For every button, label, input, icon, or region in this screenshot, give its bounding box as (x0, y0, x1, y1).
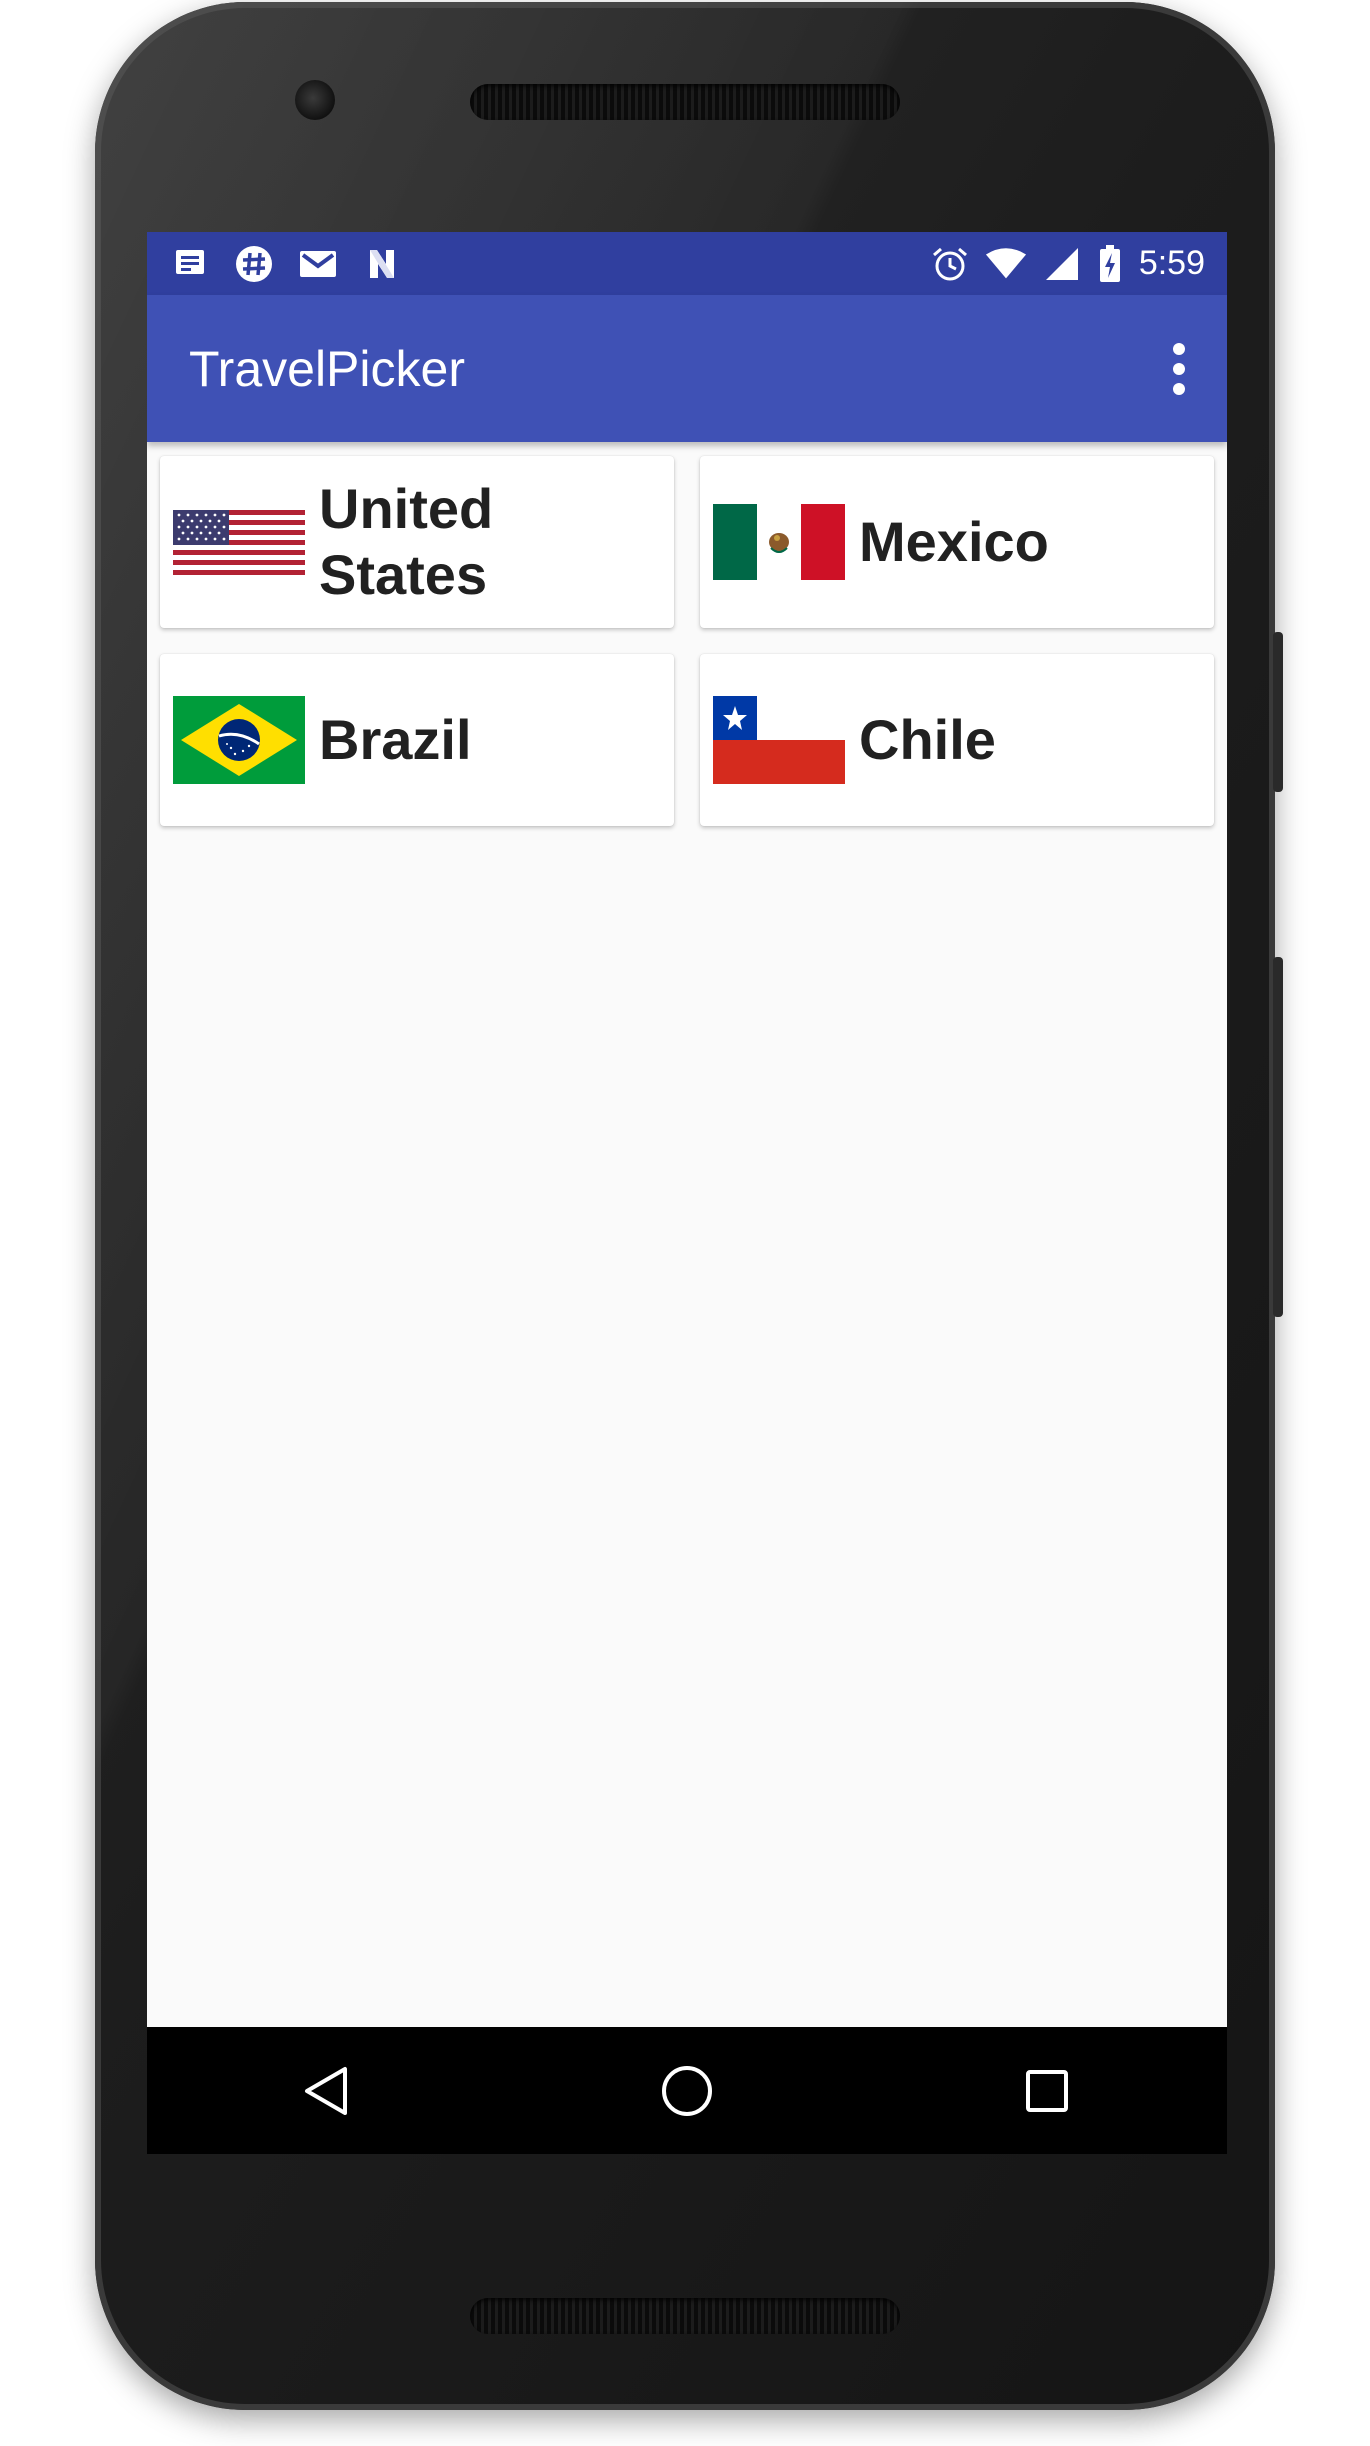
chile-flag-icon (713, 696, 845, 784)
alarm-icon (929, 243, 971, 285)
back-icon[interactable] (282, 2046, 372, 2136)
mexico-flag-icon (713, 504, 845, 580)
system-nav-bar (147, 2027, 1227, 2154)
recents-icon[interactable] (1002, 2046, 1092, 2136)
wifi-icon (985, 243, 1027, 285)
app-bar: TravelPicker (147, 295, 1227, 442)
status-clock: 5:59 (1138, 244, 1205, 282)
usa-flag-icon (173, 498, 305, 586)
brazil-flag-icon (173, 696, 305, 784)
slack-icon (233, 243, 275, 285)
front-camera (295, 80, 335, 120)
power-button (1273, 632, 1283, 792)
country-name: Chile (859, 708, 996, 771)
country-card-chile[interactable]: Chile (700, 654, 1214, 826)
status-bar: 5:59 (147, 232, 1227, 295)
top-speaker (470, 84, 900, 120)
gmail-icon (297, 243, 339, 285)
bottom-speaker (470, 2298, 900, 2334)
notes-icon (169, 243, 211, 285)
n-icon (361, 243, 403, 285)
battery-charging-icon (1097, 243, 1123, 285)
country-name: Brazil (319, 708, 472, 771)
country-name: Mexico (859, 510, 1049, 573)
country-card-united-states[interactable]: United States (160, 456, 674, 628)
overflow-menu-icon[interactable] (1169, 339, 1189, 399)
signal-icon (1041, 243, 1083, 285)
country-card-mexico[interactable]: Mexico (700, 456, 1214, 628)
volume-rocker (1273, 957, 1283, 1317)
country-name: United States (319, 477, 494, 606)
screen: 5:59 TravelPicker United States Mexico B… (147, 232, 1227, 2154)
country-card-brazil[interactable]: Brazil (160, 654, 674, 826)
app-title: TravelPicker (189, 340, 465, 397)
home-icon[interactable] (642, 2046, 732, 2136)
